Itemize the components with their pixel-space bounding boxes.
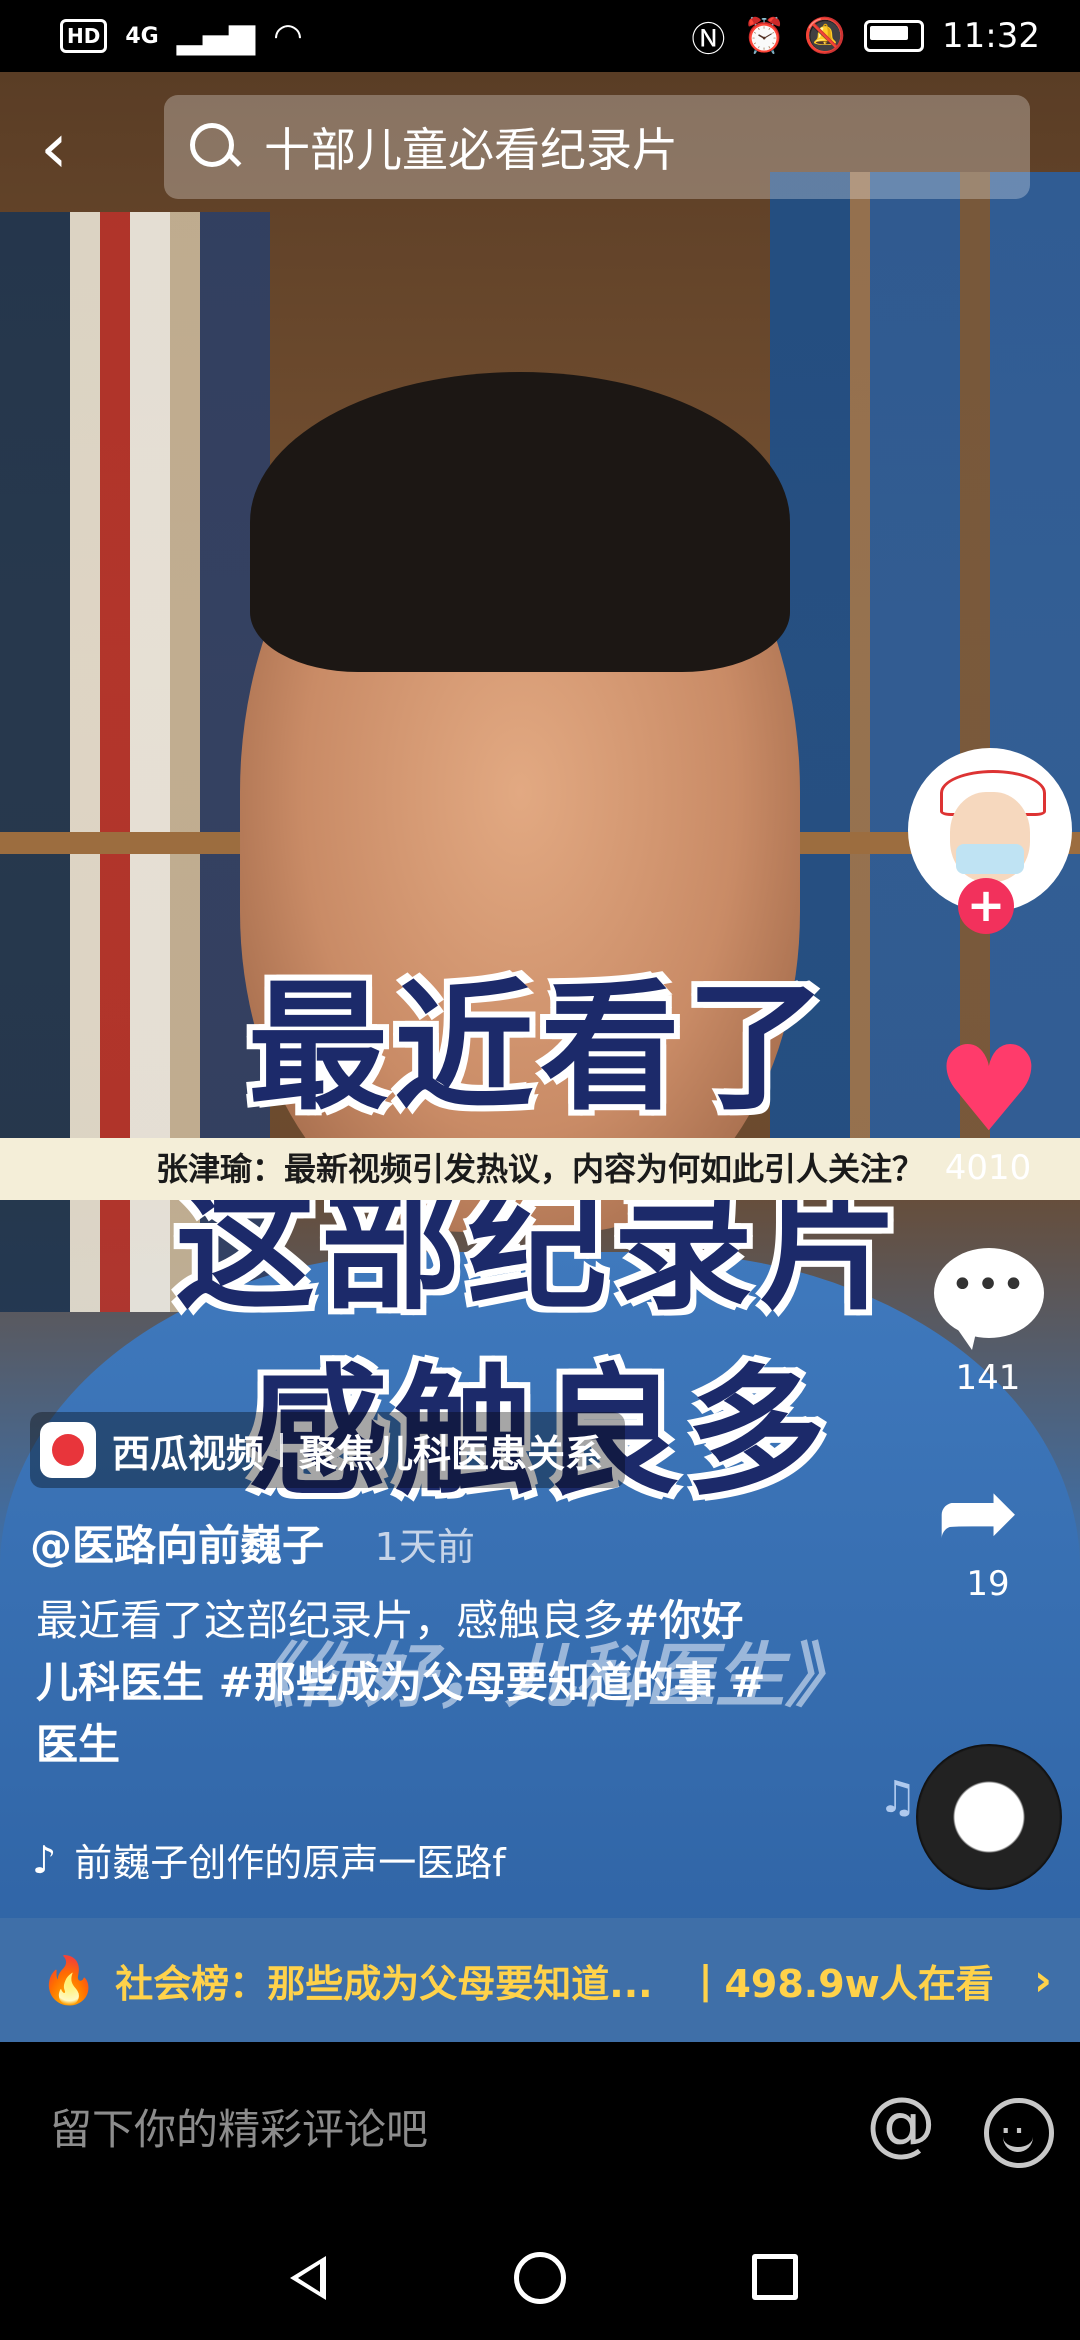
search-icon [186,119,242,175]
person-hair [250,372,790,672]
at-icon[interactable]: @ [866,2082,936,2164]
share-arrow-icon[interactable]: ➦ [936,1462,1020,1562]
author-name[interactable]: @医路向前巍子 [30,1521,324,1570]
network-type: 4G [125,23,159,49]
follow-button[interactable]: + [958,878,1014,934]
signal-icon: ▂▄▆ [176,16,256,56]
source-app-name: 西瓜视频 [112,1431,265,1476]
like-count: 4010 [944,1148,1032,1188]
avatar-mask [956,844,1024,874]
share-count: 19 [966,1564,1010,1604]
fire-icon: 🔥 [40,1952,98,2007]
tiktok-note-icon: ♪ [32,1837,57,1882]
source-tagline: 聚焦儿科医患关系 [299,1431,604,1476]
emoji-icon[interactable] [984,2097,1054,2168]
system-nav-bar [0,2222,1080,2340]
author-row: @医路向前巍子 1天前 [30,1512,475,1573]
music-disc[interactable] [916,1744,1062,1890]
source-divider [280,1433,284,1467]
mute-icon: 🔕 [803,16,847,56]
headline-banner: 张津瑜：最新视频引发热议，内容为何如此引人关注？ [0,1138,1080,1200]
alarm-icon: ⏰ [743,16,786,56]
heart-icon[interactable]: ♥ [936,1030,1042,1148]
battery-icon [864,20,925,52]
nav-recent-apps-icon[interactable] [752,2254,798,2300]
music-title: 前巍子创作的原声一医路f [74,1841,506,1885]
music-note-icon: ♫ [878,1772,918,1823]
clock: 11:32 [942,16,1040,56]
search-query: 十部儿童必看纪录片 [264,123,678,177]
comment-bar: 留下你的精彩评论吧 @ [0,2042,1080,2222]
ranking-bar[interactable]: 🔥 社会榜：那些成为父母要知道... | 498.9w人在看 › [0,1918,1080,2042]
chevron-right-icon: › [1033,1954,1052,2006]
post-description: 最近看了这部纪录片，感触良多#你好儿科医生 #那些成为父母要知道的事 #医生 [36,1590,776,1776]
ranking-label: 社会榜：那些成为父母要知道... [115,1961,653,2006]
hd-badge: HD [60,19,108,53]
source-tag[interactable]: 西瓜视频 聚焦儿科医患关系 [30,1412,626,1488]
description-text: 最近看了这部纪录片，感触良多 [36,1596,625,1645]
ranking-viewers: 498.9w人在看 [724,1961,994,2006]
comment-bubble-icon[interactable] [934,1248,1044,1350]
nfc-icon: Ⓝ [691,19,726,60]
search-bar[interactable]: 十部儿童必看纪录片 [164,95,1030,199]
comment-input[interactable]: 留下你的精彩评论吧 [50,2096,428,2157]
nav-back-icon[interactable] [290,2256,326,2300]
music-line[interactable]: ♪ 前巍子创作的原声一医路f [32,1832,506,1887]
video-overlay-text-1: 最近看了 [247,967,832,1130]
xigua-logo-icon [40,1422,96,1478]
post-time: 1天前 [374,1525,475,1569]
wifi-icon: ◠ [273,16,303,56]
comment-count: 141 [955,1358,1021,1398]
back-button[interactable]: ‹ [40,108,110,188]
status-bar: HD 4G ▂▄▆ ◠ Ⓝ ⏰ 🔕 11:32 [0,0,1080,72]
chevron-left-icon: ‹ [40,107,68,189]
nav-home-icon[interactable] [514,2252,566,2304]
ranking-divider: | [698,1958,713,2002]
